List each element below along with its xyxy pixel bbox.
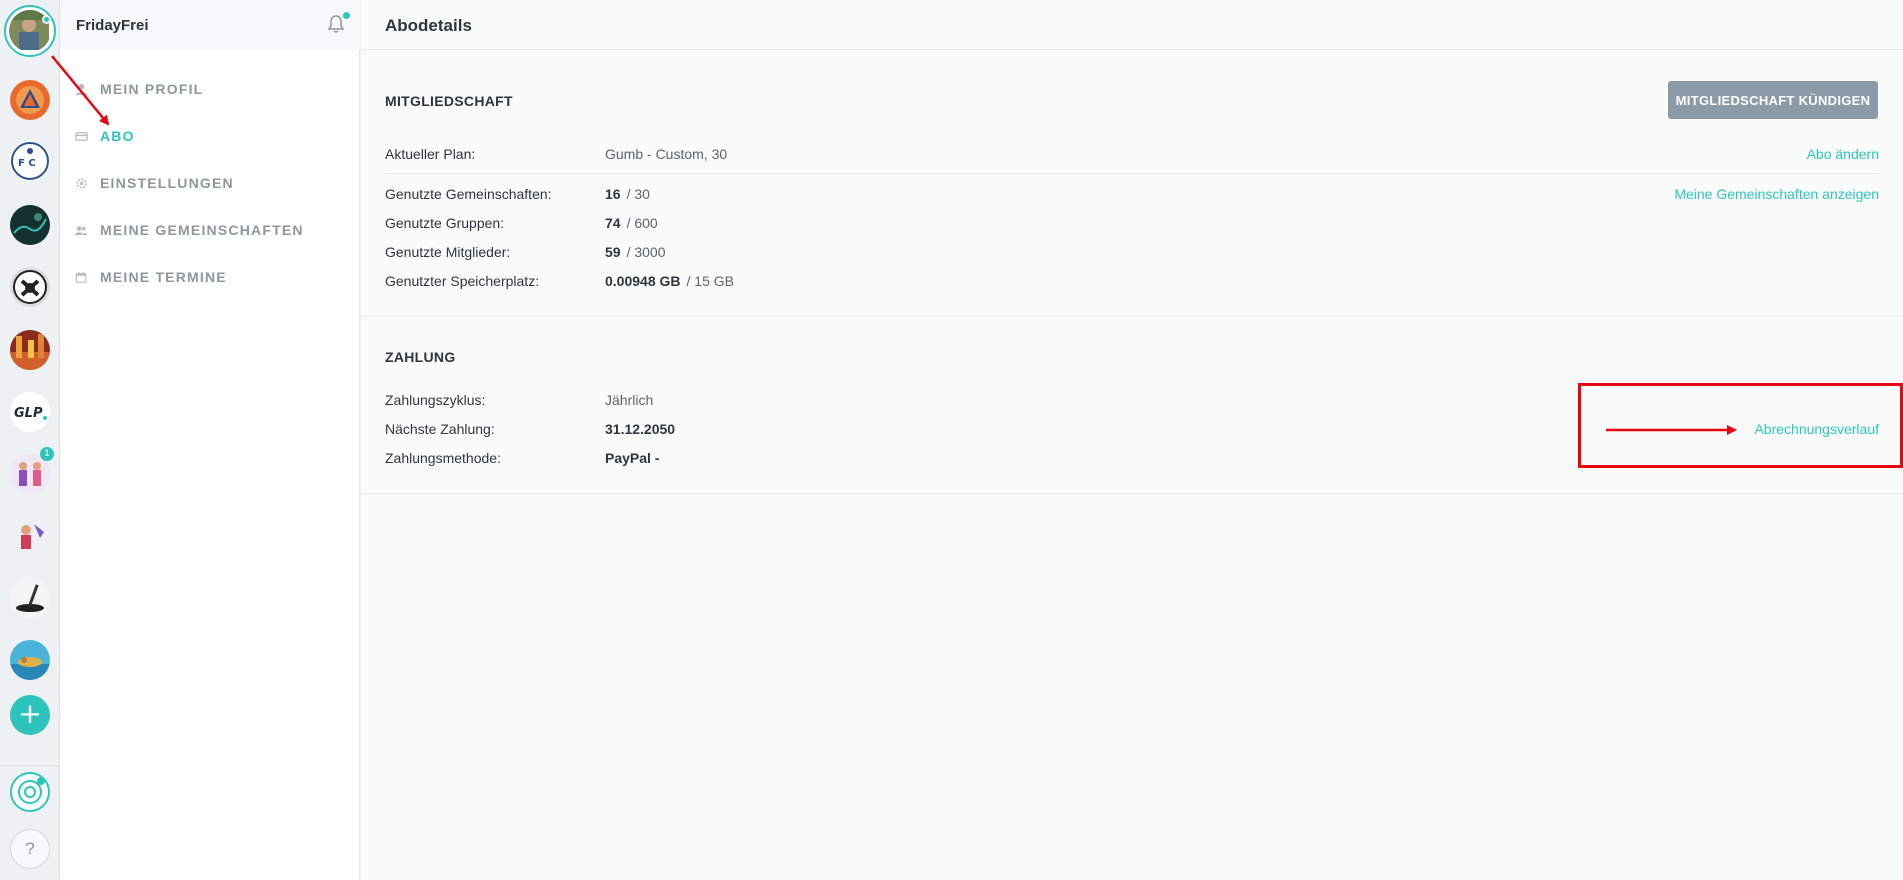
profile-menu: FridayFrei MEIN PROFIL ABO EINSTELLUNGEN [60, 0, 360, 880]
online-dot [42, 15, 51, 24]
community-avatar-10[interactable] [10, 578, 50, 618]
community-avatar-3[interactable]: F C [10, 141, 50, 181]
menu-item-abo[interactable]: ABO [60, 119, 360, 153]
payment-title: ZAHLUNG [385, 349, 456, 365]
community-avatar-glp[interactable]: GLP [10, 392, 50, 432]
usage-limit: / 600 [626, 215, 658, 231]
next-payment-label: Nächste Zahlung: [385, 421, 495, 437]
usage-limit: / 15 GB [686, 273, 734, 289]
cycle-value: Jährlich [605, 392, 654, 408]
community-avatar-4[interactable] [10, 205, 50, 245]
notification-badge: 1 [40, 447, 54, 461]
show-communities-link[interactable]: Meine Gemeinschaften anzeigen [1674, 186, 1879, 202]
usage-used: 59 [605, 244, 621, 260]
usage-label: Genutzte Gruppen: [385, 215, 505, 231]
calendar-icon [74, 270, 88, 284]
membership-title: MITGLIEDSCHAFT [385, 93, 513, 109]
payment-method-label: Zahlungsmethode: [385, 450, 501, 466]
annotation-highlight-box [1578, 383, 1903, 468]
usage-value: 0.00948 GB / 15 GB [605, 273, 734, 289]
usage-label: Genutzte Gemeinschaften: [385, 186, 552, 202]
usage-value: 16 / 30 [605, 186, 650, 202]
page-title: Abodetails [385, 16, 472, 35]
user-name: FridayFrei [76, 17, 149, 34]
menu-item-mein-profil[interactable]: MEIN PROFIL [60, 72, 360, 106]
credit-card-icon [74, 129, 88, 143]
app-root: F C GLP 1 + ? FridayFrei MEIN PROFIL ABO… [0, 0, 1903, 880]
membership-section: MITGLIEDSCHAFT MITGLIEDSCHAFT KÜNDIGEN A… [361, 50, 1903, 316]
usage-used: 74 [605, 215, 621, 231]
usage-used: 16 [605, 186, 621, 202]
menu-item-einstellungen[interactable]: EINSTELLUNGEN [60, 166, 360, 200]
usage-row: Genutzte Mitglieder: 59 / 3000 [385, 244, 1879, 264]
menu-item-label: MEINE GEMEINSCHAFTEN [100, 222, 304, 238]
menu-header: FridayFrei [60, 0, 360, 50]
usage-row: Genutzter Speicherplatz: 0.00948 GB / 15 … [385, 273, 1879, 293]
plan-row: Aktueller Plan: Gumb - Custom, 30 Abo än… [385, 146, 1879, 166]
target-icon[interactable] [10, 772, 50, 812]
community-rail: F C GLP 1 + ? [0, 0, 60, 880]
community-avatar-5[interactable] [10, 267, 50, 307]
next-payment-value: 31.12.2050 [605, 421, 676, 437]
usage-limit: / 30 [626, 186, 650, 202]
menu-item-label: ABO [100, 128, 135, 144]
plan-label: Aktueller Plan: [385, 146, 476, 162]
usage-limit: / 3000 [626, 244, 666, 260]
cycle-label: Zahlungszyklus: [385, 392, 486, 408]
menu-item-label: EINSTELLUNGEN [100, 175, 234, 191]
svg-text:GLP: GLP [14, 406, 43, 421]
menu-item-label: MEIN PROFIL [100, 81, 204, 97]
menu-item-meine-termine[interactable]: MEINE TERMINE [60, 260, 360, 294]
community-avatar-6[interactable] [10, 330, 50, 370]
usage-value: 74 / 600 [605, 215, 658, 231]
change-plan-link[interactable]: Abo ändern [1807, 146, 1879, 162]
community-avatar-active[interactable] [4, 5, 56, 57]
bell-notification-dot [343, 12, 350, 19]
divider [385, 173, 1879, 174]
rail-divider [0, 765, 60, 766]
svg-text:F C: F C [18, 158, 36, 169]
usage-used: 0.00948 GB [605, 273, 681, 289]
community-avatar-9[interactable] [10, 516, 50, 556]
usage-value: 59 / 3000 [605, 244, 666, 260]
plan-value: Gumb - Custom, 30 [605, 146, 728, 162]
add-community-button[interactable]: + [10, 695, 50, 735]
usage-row: Genutzte Gruppen: 74 / 600 [385, 215, 1879, 235]
usage-label: Genutzte Mitglieder: [385, 244, 511, 260]
cancel-membership-button[interactable]: MITGLIEDSCHAFT KÜNDIGEN [1668, 81, 1878, 119]
help-button[interactable]: ? [10, 829, 50, 869]
page-header: Abodetails [361, 0, 1903, 50]
menu-item-label: MEINE TERMINE [100, 269, 227, 285]
community-avatar-2[interactable] [10, 80, 50, 120]
usage-label: Genutzter Speicherplatz: [385, 273, 540, 289]
community-avatar-11[interactable] [10, 640, 50, 680]
group-icon [74, 223, 88, 237]
payment-method-value: PayPal - [605, 450, 660, 466]
menu-item-meine-gemeinschaften[interactable]: MEINE GEMEINSCHAFTEN [60, 213, 360, 247]
user-icon [74, 82, 88, 96]
usage-row: Genutzte Gemeinschaften: 16 / 30 Meine Ge… [385, 186, 1879, 206]
section-divider [361, 493, 1903, 494]
gear-icon [74, 176, 88, 190]
